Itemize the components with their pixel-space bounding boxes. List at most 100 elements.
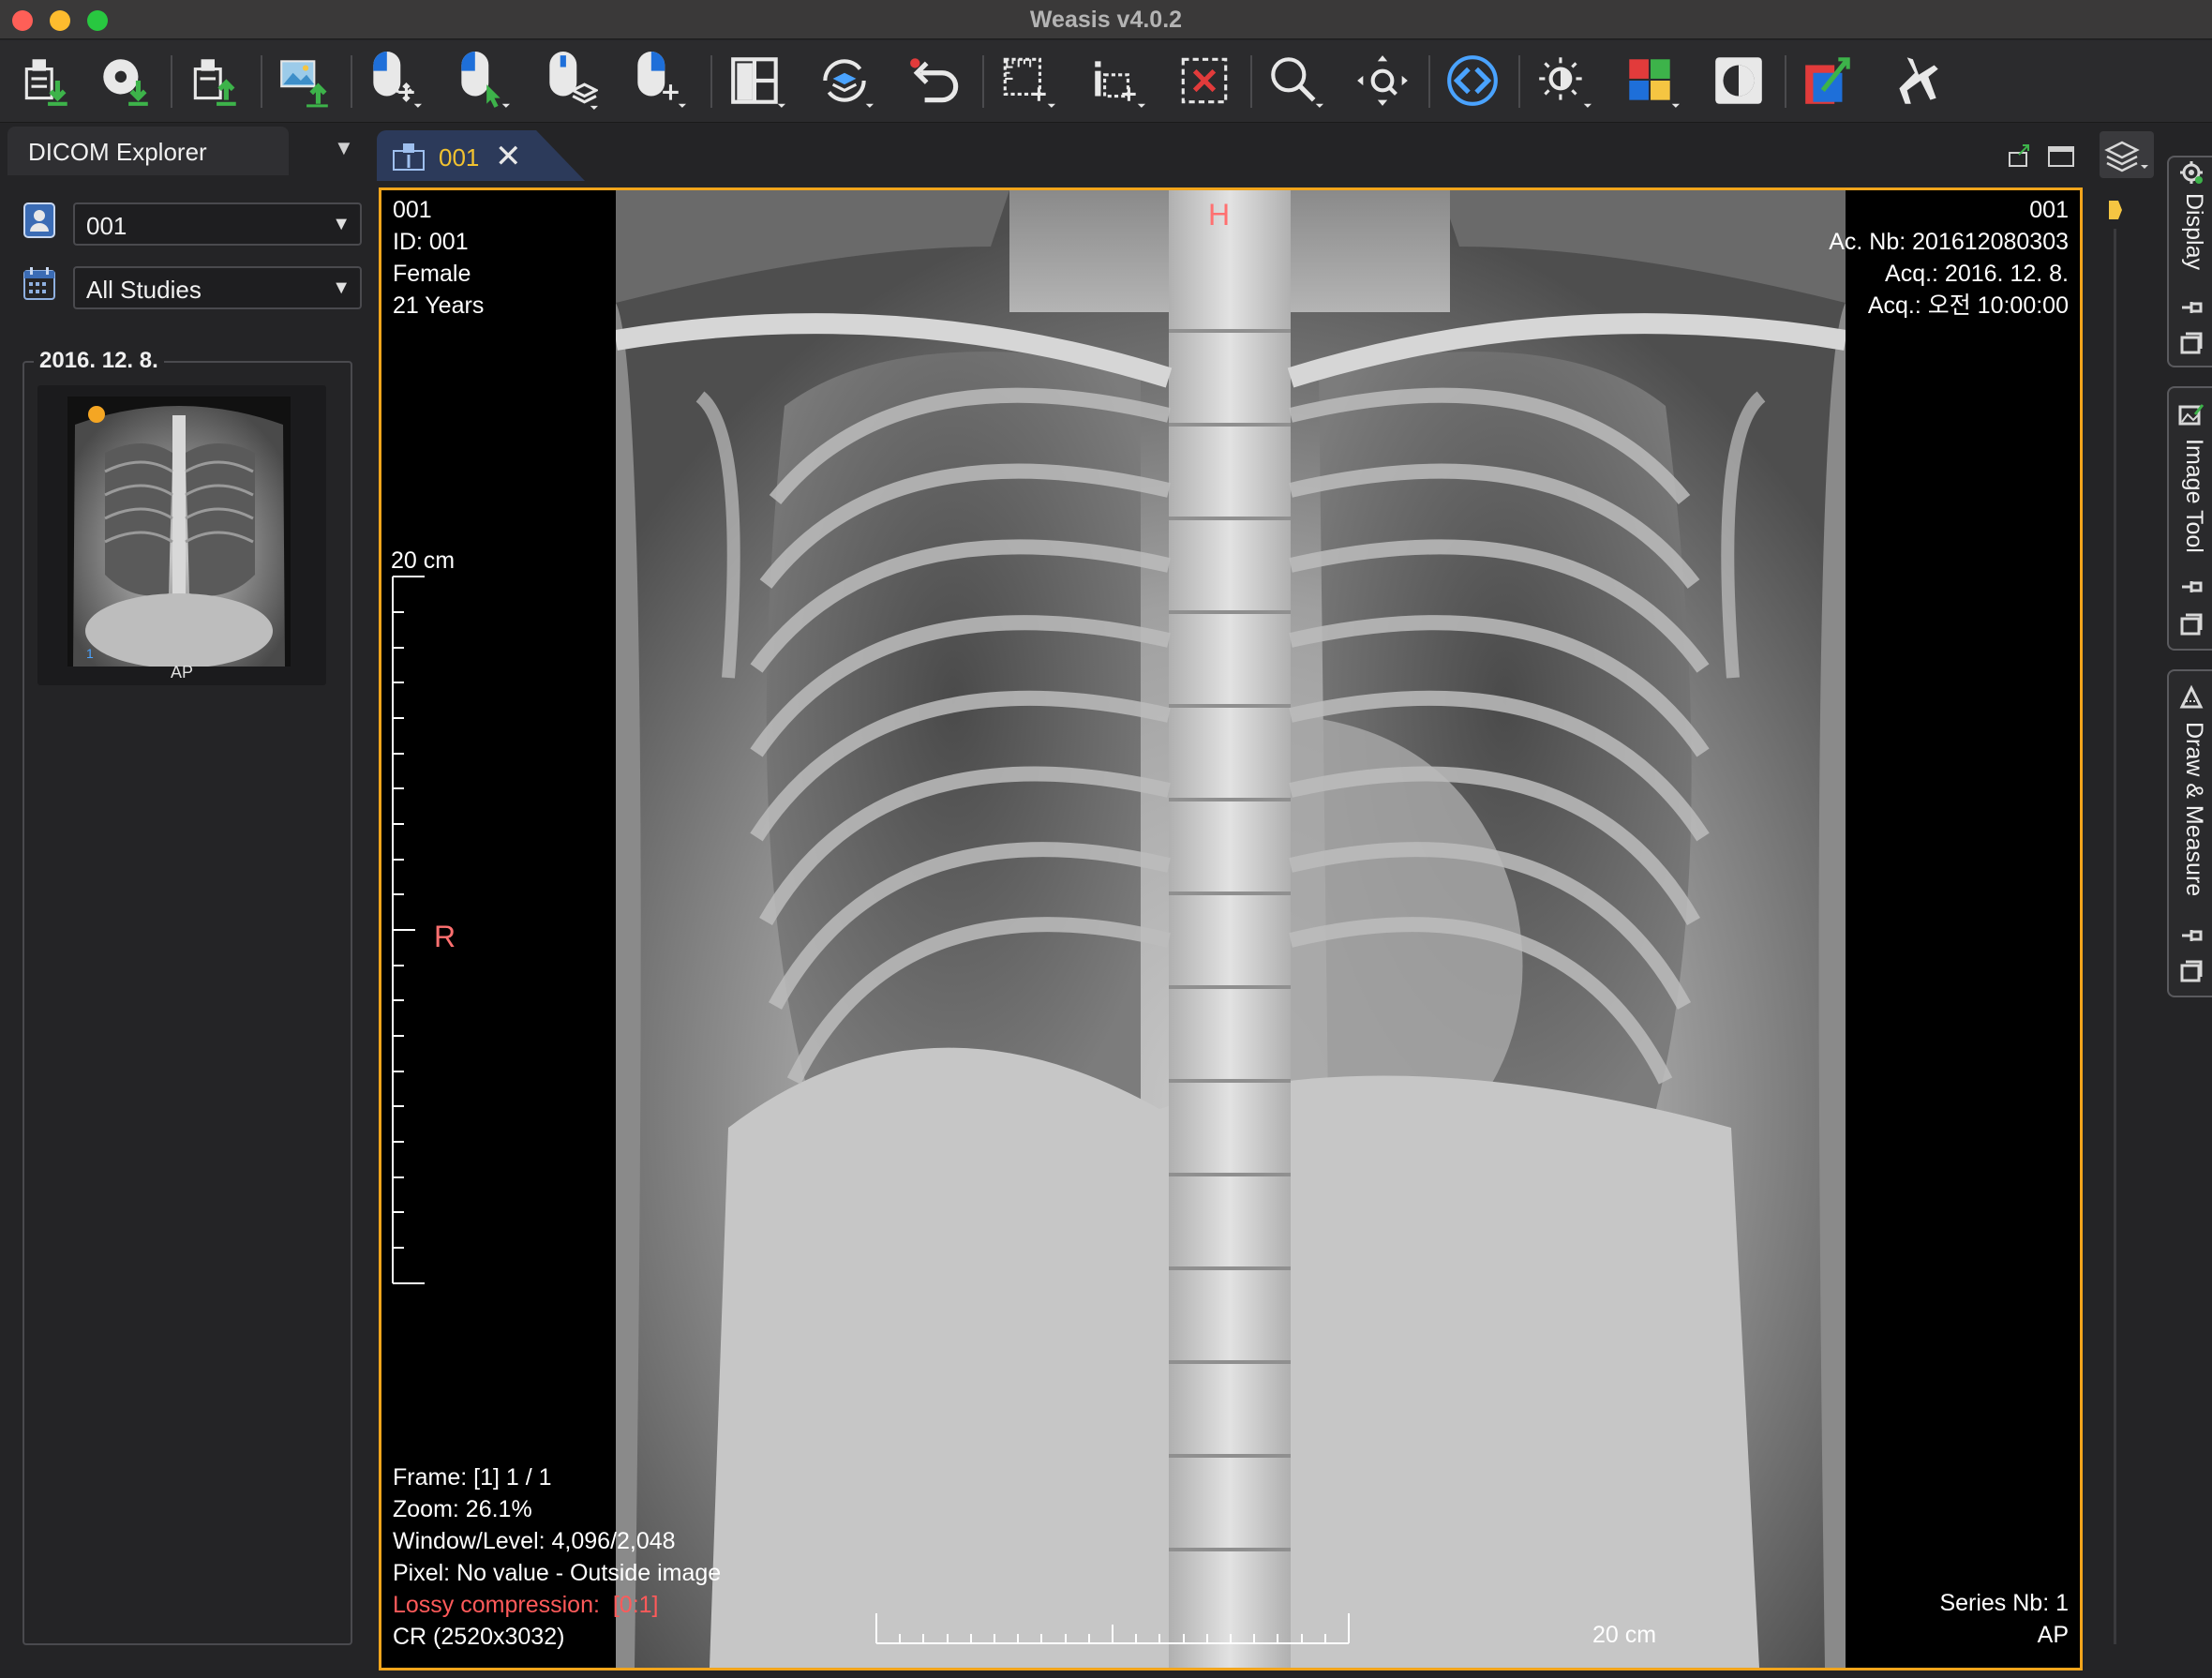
side-tab-draw-measure[interactable]: Draw & Measure <box>2167 669 2212 997</box>
invert-button[interactable] <box>1706 50 1771 112</box>
layer-marker-icon <box>2109 201 2122 219</box>
overlay-modality-size: CR (2520x3032) <box>393 1624 565 1650</box>
viewer-window-controls <box>2009 144 2074 167</box>
overlay-frame: Frame: [1] 1 / 1 <box>393 1464 552 1491</box>
orientation-marker-top: H <box>1208 198 1231 232</box>
clear-selection-button[interactable] <box>1172 50 1237 112</box>
viewer-tab-bar: 001 ✕ <box>377 125 2083 181</box>
side-tab-display[interactable]: Display <box>2167 156 2212 367</box>
cine-icon <box>1899 57 1938 104</box>
color-lut-icon <box>1629 59 1680 108</box>
zoom-icon <box>1271 57 1323 108</box>
main-toolbar <box>0 40 2212 123</box>
title-bar: Weasis v4.0.2 <box>0 0 2212 39</box>
vertical-scale-bar <box>392 576 425 1284</box>
zoom-button[interactable] <box>1262 50 1327 112</box>
calendar-icon <box>23 267 55 300</box>
layout-button[interactable] <box>724 50 789 112</box>
navigation-button[interactable] <box>1440 50 1505 112</box>
restore-icon[interactable] <box>2178 958 2205 984</box>
pan-button[interactable] <box>1350 50 1415 112</box>
patient-combo-value: 001 <box>86 212 127 240</box>
chevron-down-icon: ▼ <box>332 277 351 298</box>
restore-icon[interactable] <box>2178 330 2205 356</box>
reset-icon <box>910 58 959 103</box>
mouse-left-action-button[interactable] <box>360 50 426 112</box>
window-title: Weasis v4.0.2 <box>1029 7 1183 33</box>
synch-button[interactable] <box>812 50 877 112</box>
import-dicom-button[interactable] <box>13 50 79 112</box>
export-dicom-button[interactable] <box>182 50 247 112</box>
layers-button[interactable] <box>2100 131 2154 178</box>
image-viewport[interactable]: 001 ID: 001 Female 21 Years 001 Ac. Nb: … <box>379 187 2083 1671</box>
study-date-label: 2016. 12. 8. <box>34 348 164 374</box>
import-cd-icon <box>103 59 148 106</box>
series-number: 1 <box>86 646 94 661</box>
layer-indicator-strip <box>2109 201 2122 1644</box>
overlay-top-right: 001 Ac. Nb: 201612080303 Acq.: 2016. 12.… <box>1829 194 2069 322</box>
studies-combo-value: All Studies <box>86 276 202 304</box>
study-group: 2016. 12. 8. 1 AP <box>22 348 352 1645</box>
mouse-right-action-button[interactable] <box>624 50 690 112</box>
reset-button[interactable] <box>904 50 969 112</box>
mouse-middle-action-button[interactable] <box>536 50 602 112</box>
overlay-top-left: 001 ID: 001 Female 21 Years <box>393 194 484 322</box>
overlay-lossy-compression: Lossy compression: [0:1] <box>393 1589 721 1621</box>
close-icon[interactable]: ✕ <box>495 138 522 175</box>
viewer-tab-label: 001 <box>439 143 480 172</box>
lossy-compression-label: Lossy compression: <box>393 1592 600 1618</box>
maximize-viewer-icon[interactable] <box>2048 146 2074 167</box>
vertical-scale-label: 20 cm <box>391 547 456 574</box>
mouse-select-button[interactable] <box>448 50 514 112</box>
dicom-explorer-panel: DICOM Explorer ▼ 001 ▼ All Studies ▼ 201… <box>0 125 366 1678</box>
color-lut-button[interactable] <box>1618 50 1683 112</box>
rotate-flip-icon <box>1805 57 1850 104</box>
export-image-button[interactable] <box>272 50 337 112</box>
window-level-icon <box>1539 57 1592 108</box>
rotate-flip-button[interactable] <box>1796 50 1861 112</box>
mouse-select-icon <box>461 52 510 108</box>
mouse-left-pan-icon <box>373 52 422 108</box>
side-tab-image-tool-label: Image Tool <box>2181 439 2207 553</box>
invert-icon <box>1715 57 1762 104</box>
side-tab-image-tool[interactable]: Image Tool <box>2167 386 2212 651</box>
mouse-right-pan-icon <box>637 52 686 108</box>
pin-icon[interactable] <box>2178 574 2205 600</box>
patient-combo[interactable]: 001 ▼ <box>73 202 362 246</box>
pixel-info-button[interactable] <box>1084 50 1149 112</box>
import-cd-button[interactable] <box>92 50 157 112</box>
overlay-bottom-right: Series Nb: 1 AP <box>1939 1587 2069 1651</box>
measure-ruler-icon <box>1003 57 1055 108</box>
overlay-acquisition-time: Acq.: 오전 10:00:00 <box>1867 292 2069 319</box>
horizontal-scale-bar <box>875 1613 1350 1644</box>
overlay-acquisition-date: Acq.: 2016. 12. 8. <box>1885 261 2069 287</box>
magnifier-icon <box>1357 55 1408 106</box>
series-thumbnail[interactable]: 1 AP <box>37 385 326 685</box>
pin-icon[interactable] <box>2178 922 2205 949</box>
mouse-middle-scroll-icon <box>549 52 598 110</box>
viewer-tab-001[interactable]: 001 ✕ <box>377 130 585 181</box>
window-level-button[interactable] <box>1530 50 1595 112</box>
overlay-pixel-value: Pixel: No value - Outside image <box>393 1560 722 1586</box>
measure-button[interactable] <box>994 50 1059 112</box>
horizontal-scale-label: 20 cm <box>1592 1622 1657 1648</box>
overlay-window-level: Window/Level: 4,096/2,048 <box>393 1528 676 1554</box>
explorer-tab-label: DICOM Explorer <box>28 138 207 166</box>
layout-icon <box>731 57 785 108</box>
pin-icon[interactable] <box>2178 294 2205 321</box>
overlay-patient-age: 21 Years <box>393 292 485 319</box>
overlay-patient-id: ID: 001 <box>393 229 469 255</box>
detach-icon[interactable] <box>2009 144 2029 167</box>
cine-button[interactable] <box>1884 50 1950 112</box>
series-status-dot <box>88 406 105 423</box>
chevron-down-icon: ▼ <box>332 214 351 234</box>
series-label: AP <box>170 663 193 682</box>
studies-combo[interactable]: All Studies ▼ <box>73 266 362 309</box>
explorer-menu-arrow-icon[interactable]: ▼ <box>334 136 354 160</box>
overlay-series-number: Series Nb: 1 <box>1939 1590 2069 1616</box>
crosshair-icon <box>1095 61 1145 108</box>
import-dicom-icon <box>24 59 67 106</box>
gear-icon <box>2180 161 2203 184</box>
restore-icon[interactable] <box>2178 611 2205 637</box>
explorer-tab[interactable]: DICOM Explorer <box>7 127 289 175</box>
